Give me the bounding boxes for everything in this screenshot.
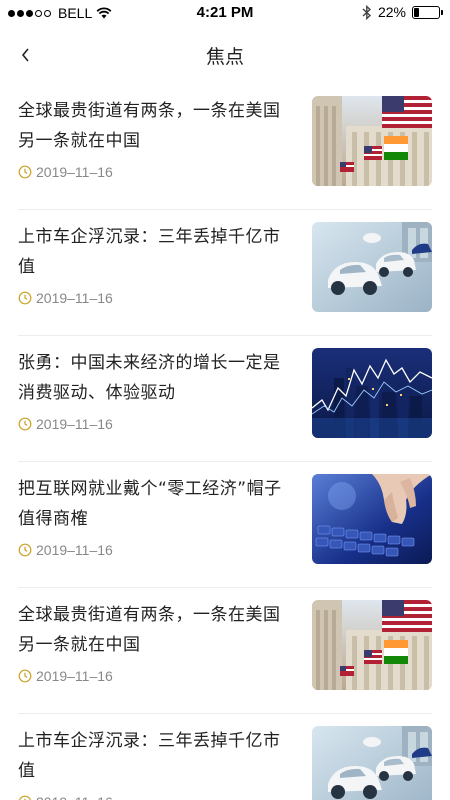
article-meta: 2019–11–16 xyxy=(18,290,113,306)
thumbnail-image xyxy=(312,96,432,186)
thumbnail-image xyxy=(312,222,432,312)
article-thumbnail[interactable] xyxy=(312,726,432,800)
clock-icon xyxy=(18,165,32,179)
status-bar: BELL 4:21 PM 22% xyxy=(0,0,450,28)
article-thumbnail[interactable] xyxy=(312,600,432,690)
article-title: 把互联网就业戴个“零工经济”帽子值得商榷 xyxy=(18,479,282,529)
article-thumbnail[interactable] xyxy=(312,222,432,312)
article-item[interactable]: 全球最贵街道有两条，一条在美国另一条就在中国 2019–11–16 xyxy=(18,588,432,714)
article-title: 全球最贵街道有两条，一条在美国另一条就在中国 xyxy=(18,101,281,151)
clock-icon xyxy=(18,795,32,800)
thumbnail-image xyxy=(312,600,432,690)
bluetooth-icon xyxy=(362,4,371,20)
article-item[interactable]: 张勇：中国未来经济的增长一定是消费驱动、体验驱动 2019–11–16 xyxy=(18,336,432,462)
article-title: 全球最贵街道有两条，一条在美国另一条就在中国 xyxy=(18,605,281,655)
thumbnail-image xyxy=(312,348,432,438)
article-meta: 2019–11–16 xyxy=(18,164,113,180)
thumbnail-image xyxy=(312,726,432,800)
clock-icon xyxy=(18,669,32,683)
article-item[interactable]: 上市车企浮沉录：三年丢掉千亿市值 2019–11–16 xyxy=(18,210,432,336)
article-title: 上市车企浮沉录：三年丢掉千亿市值 xyxy=(18,227,281,277)
article-title: 上市车企浮沉录：三年丢掉千亿市值 xyxy=(18,731,281,781)
article-thumbnail[interactable] xyxy=(312,348,432,438)
article-date: 2019–11–16 xyxy=(36,416,113,432)
article-meta: 2019–11–16 xyxy=(18,416,113,432)
page-title: 焦点 xyxy=(205,46,244,68)
clock-icon xyxy=(18,543,32,557)
article-thumbnail[interactable] xyxy=(312,474,432,564)
nav-bar: 焦点 xyxy=(0,28,450,84)
article-date: 2019–11–16 xyxy=(36,794,113,800)
battery-level xyxy=(414,7,420,17)
article-date: 2019–11–16 xyxy=(36,164,113,180)
article-date: 2019–11–16 xyxy=(36,290,113,306)
status-right: 22% xyxy=(362,4,443,20)
article-meta: 2019–11–16 xyxy=(18,794,113,800)
battery-icon xyxy=(412,5,443,19)
article-title: 张勇：中国未来经济的增长一定是消费驱动、体验驱动 xyxy=(18,353,281,403)
clock-icon xyxy=(18,291,32,305)
article-item[interactable]: 把互联网就业戴个“零工经济”帽子值得商榷 2019–11–16 xyxy=(18,462,432,588)
article-item[interactable]: 全球最贵街道有两条，一条在美国另一条就在中国 2019–11–16 xyxy=(18,84,432,210)
thumbnail-image xyxy=(312,474,432,564)
article-meta: 2019–11–16 xyxy=(18,542,113,558)
article-date: 2019–11–16 xyxy=(36,542,113,558)
article-feed[interactable]: 全球最贵街道有两条，一条在美国另一条就在中国 2019–11–16 上市车企浮沉… xyxy=(0,84,450,800)
article-thumbnail[interactable] xyxy=(312,96,432,186)
clock-icon xyxy=(18,417,32,431)
battery-percent: 22% xyxy=(377,4,406,20)
article-item[interactable]: 上市车企浮沉录：三年丢掉千亿市值 2019–11–16 xyxy=(18,714,432,800)
article-meta: 2019–11–16 xyxy=(18,668,113,684)
article-date: 2019–11–16 xyxy=(36,668,113,684)
